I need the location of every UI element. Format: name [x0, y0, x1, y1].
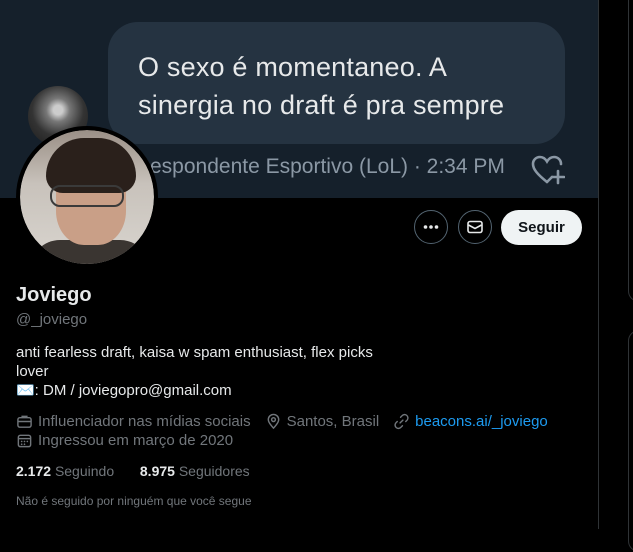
- category-item: Influenciador nas mídias sociais: [16, 413, 251, 430]
- heart-plus-icon: [531, 155, 565, 185]
- profile-name: Joviego: [16, 284, 92, 306]
- banner-tweet-meta: espondente Esportivo (LoL) · 2:34 PM: [150, 155, 505, 178]
- profile-meta-row: Influenciador nas mídias sociais Santos,…: [16, 413, 562, 430]
- following-label: Seguindo: [54, 463, 115, 479]
- profile-category: Influenciador nas mídias sociais: [38, 413, 251, 430]
- location-item: Santos, Brasil: [265, 413, 380, 430]
- bio-line-3: ✉️: DM / joviegopro@gmail.com: [16, 382, 232, 399]
- follow-button[interactable]: Seguir: [501, 210, 582, 245]
- profile-bio: anti fearless draft, kaisa w spam enthus…: [16, 343, 416, 400]
- profile-handle: @_joviego: [16, 311, 88, 328]
- following-count: 2.172: [16, 463, 52, 479]
- website-item[interactable]: beacons.ai/_joviego: [393, 413, 548, 430]
- followers-count: 8.975: [139, 463, 175, 479]
- followers-link[interactable]: 8.975 Seguidores: [140, 463, 250, 479]
- profile-location: Santos, Brasil: [286, 413, 380, 430]
- banner-quote-line-1: O sexo é momentaneo. A: [138, 52, 448, 82]
- followers-label: Seguidores: [178, 463, 250, 479]
- banner-quote-bubble: O sexo é momentaneo. A sinergia no draft…: [108, 22, 565, 144]
- briefcase-icon: [17, 415, 32, 428]
- sidebar-card-top: [628, 0, 633, 302]
- calendar-icon: [17, 434, 32, 448]
- joined-row: Ingressou em março de 2020: [16, 432, 247, 449]
- avatar-photo: [20, 130, 154, 264]
- follow-stats: 2.172 Seguindo 8.975 Seguidores: [16, 463, 250, 479]
- profile-website-link[interactable]: beacons.ai/_joviego: [415, 413, 548, 430]
- envelope-icon: [467, 220, 483, 234]
- link-icon: [394, 413, 409, 430]
- sidebar-card-bottom: [628, 330, 633, 552]
- column-divider: [598, 0, 599, 529]
- bio-line-2: lover: [16, 363, 49, 380]
- following-link[interactable]: 2.172 Seguindo: [16, 463, 118, 479]
- profile-joined: Ingressou em março de 2020: [38, 432, 234, 449]
- location-pin-icon: [267, 413, 280, 430]
- more-options-button[interactable]: [414, 210, 448, 244]
- message-button[interactable]: [458, 210, 492, 244]
- banner-quote-line-2: sinergia no draft é pra sempre: [138, 90, 505, 120]
- bio-line-1: anti fearless draft, kaisa w spam enthus…: [16, 344, 373, 361]
- profile-avatar[interactable]: [16, 126, 158, 268]
- more-dots-icon: [423, 225, 439, 229]
- joined-item: Ingressou em março de 2020: [16, 432, 233, 449]
- not-followed-notice: Não é seguido por ninguém que você segue: [16, 494, 252, 508]
